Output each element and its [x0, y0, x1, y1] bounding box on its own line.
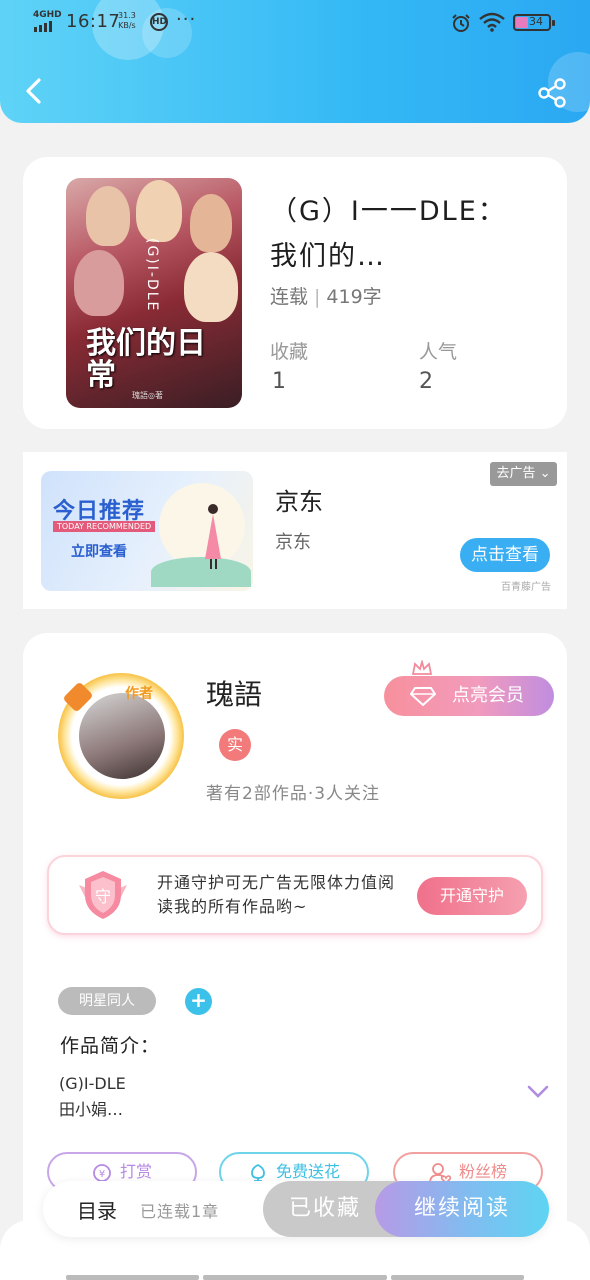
back-button[interactable]: [18, 74, 52, 108]
ad-source: 百青藤广告: [501, 582, 551, 593]
hd-icon: HD: [150, 13, 168, 31]
book-status: 连载: [270, 286, 309, 308]
expand-chevron-icon[interactable]: [527, 1085, 549, 1099]
wifi-icon: [479, 12, 505, 32]
cover-subtitle: (G)I-DLE: [144, 238, 160, 313]
battery-icon: 34: [513, 14, 555, 31]
header: 4GHD 16:17 31.3 KB/s HD ··· 34: [0, 0, 590, 123]
crown-icon: [411, 660, 433, 675]
continue-reading-button[interactable]: 继续阅读: [375, 1181, 549, 1237]
ad-image-cta: 立即查看: [71, 544, 127, 560]
book-title: （G）I一一DLE：我们的…: [270, 196, 507, 272]
verified-badge: 实: [219, 729, 251, 761]
remove-ad-button[interactable]: 去广告 ⌄: [490, 462, 557, 486]
chapter-count[interactable]: 已连载1章: [140, 1198, 219, 1222]
cover-author: 瑰語◎著: [132, 391, 163, 400]
vip-label: 点亮会员: [452, 685, 524, 706]
network-indicator: 4GHD: [33, 10, 62, 20]
network-speed: 31.3 KB/s: [118, 11, 136, 30]
author-name: 瑰語: [206, 678, 263, 711]
alarm-icon: [452, 14, 470, 32]
ad-title: 京东: [275, 488, 323, 516]
category-tag[interactable]: 明星同人: [58, 987, 156, 1015]
favorites-label: 收藏: [270, 341, 309, 363]
intro-label: 作品简介：: [60, 1035, 161, 1057]
ad-card[interactable]: 今日推荐 TODAY RECOMMENDED 立即查看 京东 京东 去广告 ⌄ …: [23, 452, 567, 609]
cover-title: 我们的日常: [86, 326, 206, 393]
guard-button[interactable]: 开通守护: [417, 877, 527, 915]
favorites-value: 1: [272, 369, 286, 394]
book-meta: 连载 | 419字: [270, 286, 382, 308]
status-time: 16:17: [66, 11, 121, 32]
nav-indicator: [391, 1275, 524, 1280]
ad-description: 京东: [275, 532, 311, 553]
popularity-value: 2: [419, 369, 433, 394]
signal-icon: [34, 21, 52, 32]
shield-icon: 守: [79, 871, 127, 919]
coin-icon: ¥: [93, 1163, 111, 1182]
add-tag-button[interactable]: +: [185, 988, 212, 1015]
diamond-icon: [410, 687, 436, 706]
nav-indicator: [203, 1275, 387, 1280]
author-avatar[interactable]: 作者: [41, 663, 201, 813]
book-info-card: (G)I-DLE 我们的日常 瑰語◎著 （G）I一一DLE：我们的… 连载 | 41…: [23, 157, 567, 429]
more-dots-icon: ···: [176, 9, 197, 30]
avatar: [79, 693, 165, 779]
ad-image-subtitle: TODAY RECOMMENDED: [53, 521, 156, 532]
popularity-label: 人气: [419, 341, 458, 363]
svg-text:守: 守: [95, 887, 111, 906]
book-cover[interactable]: (G)I-DLE 我们的日常 瑰語◎著: [66, 178, 242, 408]
author-card: 作者 瑰語 实 著有2部作品·3人关注 点亮会员 守 开通守护可无广告无限体力值…: [23, 633, 567, 1253]
word-count: 419字: [326, 286, 382, 308]
status-bar: 4GHD 16:17 31.3 KB/s HD ··· 34: [0, 0, 590, 46]
guard-description: 开通守护可无广告无限体力值阅读我的所有作品哟~: [157, 873, 396, 916]
ad-view-button[interactable]: 点击查看: [460, 538, 550, 572]
svg-text:¥: ¥: [99, 1169, 105, 1180]
author-stats: 著有2部作品·3人关注: [206, 784, 381, 804]
author-tag: 作者: [125, 686, 153, 702]
guard-banner: 守 开通守护可无广告无限体力值阅读我的所有作品哟~ 开通守护: [47, 855, 543, 935]
nav-indicator: [66, 1275, 199, 1280]
toc-button[interactable]: 目录: [77, 1195, 117, 1224]
share-button[interactable]: [535, 76, 569, 110]
ad-image[interactable]: 今日推荐 TODAY RECOMMENDED 立即查看: [41, 471, 253, 591]
bottom-action-bar: 目录 已连载1章 已收藏 继续阅读: [43, 1181, 549, 1237]
vip-button[interactable]: 点亮会员: [384, 676, 554, 716]
intro-text: (G)I-DLE 田小娟…: [59, 1074, 126, 1119]
